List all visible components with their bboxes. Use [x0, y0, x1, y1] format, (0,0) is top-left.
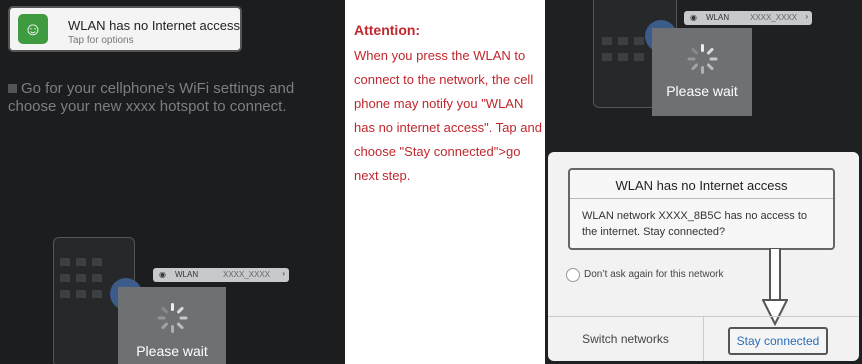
dont-ask-label: Don’t ask again for this network [584, 269, 724, 280]
bullet-icon [8, 84, 17, 93]
notification-subtitle: Tap for options [68, 35, 134, 46]
android-icon: ☺ [18, 14, 48, 44]
dialog-title: WLAN has no Internet access [615, 178, 788, 193]
wlan-toggle-row-right: ◉ WLAN XXXX_XXXX › [684, 11, 812, 25]
left-panel: ☺ WLAN has no Internet access Tap for op… [0, 0, 345, 364]
divider [570, 198, 833, 199]
divider [703, 317, 704, 361]
middle-panel: Attention: When you press the WLAN to co… [345, 0, 545, 364]
stay-connected-button[interactable]: Stay connected [728, 327, 828, 355]
arrow-down-icon [762, 248, 788, 326]
switch-networks-button[interactable]: Switch networks [548, 317, 703, 361]
no-internet-dialog: WLAN has no Internet access WLAN network… [548, 152, 859, 361]
chevron-right-icon: › [805, 12, 808, 21]
spinner-icon [687, 44, 718, 74]
spinner-icon [157, 303, 188, 333]
wifi-icon: ◉ [690, 13, 697, 22]
please-wait-label: Please wait [666, 83, 738, 99]
please-wait-label: Please wait [136, 343, 208, 359]
chevron-right-icon: › [282, 269, 285, 278]
right-panel: ◉ WLAN XXXX_XXXX › ⚙ Please wait WLAN ha… [545, 0, 862, 364]
wlan-toggle-row: ◉ WLAN XXXX_XXXX › [153, 268, 289, 282]
wlan-label: WLAN [175, 270, 199, 279]
please-wait-card-right: Please wait [652, 28, 752, 116]
wlan-label: WLAN [706, 13, 730, 22]
wifi-icon: ◉ [159, 270, 166, 279]
attention-title: Attention: [354, 22, 421, 38]
notification-card[interactable]: ☺ WLAN has no Internet access Tap for op… [8, 6, 242, 52]
dialog-button-row: Switch networks Stay connected [548, 316, 859, 361]
please-wait-card: Please wait [118, 287, 226, 364]
dialog-message: WLAN network XXXX_8B5C has no access to … [582, 210, 807, 238]
instruction-label: Go for your cellphone’s WiFi settings an… [8, 80, 295, 115]
notification-title: WLAN has no Internet access [68, 18, 240, 33]
ssid-mask: XXXX_XXXX [223, 270, 271, 279]
instruction-text: Go for your cellphone’s WiFi settings an… [8, 80, 338, 116]
dialog-message-box: WLAN has no Internet access WLAN network… [568, 168, 835, 250]
ssid-mask: XXXX_XXXX [750, 13, 798, 22]
dont-ask-checkbox[interactable] [566, 268, 580, 282]
attention-body: When you press the WLAN to connect to th… [354, 48, 542, 183]
